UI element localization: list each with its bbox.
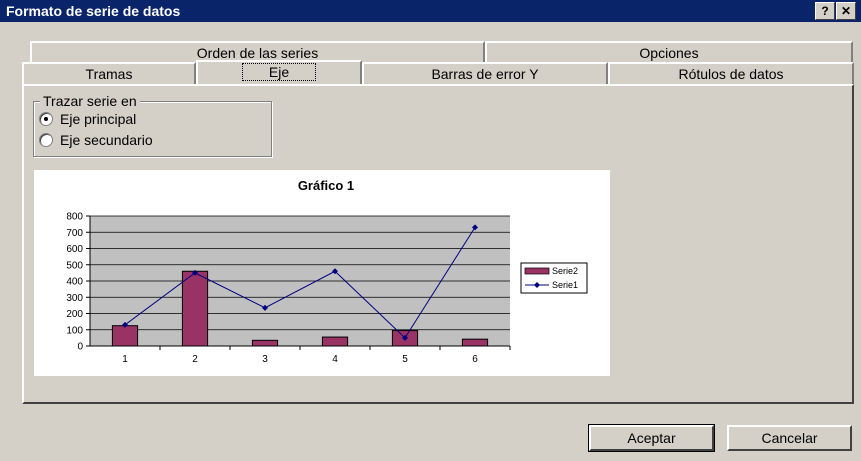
legend-label-serie1: Serie1 [552,280,578,290]
tab-tramas[interactable]: Tramas [22,62,196,84]
x-tick-label: 1 [122,354,128,365]
x-tick-label: 3 [262,354,268,365]
tab-eje[interactable]: Eje [196,60,362,84]
bar-serie2 [461,338,489,347]
y-tick-label: 0 [77,342,83,353]
y-tick-label: 200 [66,309,83,320]
bar-serie2 [181,270,209,347]
y-tick-label: 300 [66,293,83,304]
radio-unselected-icon[interactable] [39,133,53,147]
axis-group-legend: Trazar serie en [40,93,140,109]
tab-eje-label: Eje [241,63,317,81]
help-button[interactable]: ? [815,2,835,20]
chart-preview: Gráfico 1 0 100 200 300 400 500 600 700 800 1 2 3 4 5… [34,170,610,376]
radio-eje-secundario[interactable]: Eje secundario [39,131,153,149]
x-tick-label: 4 [332,354,338,365]
y-tick-label: 600 [66,244,83,255]
title-bar: Formato de serie de datos ? ✕ [0,0,861,22]
accept-button[interactable]: Aceptar [588,424,715,452]
y-tick-label: 500 [66,260,83,271]
legend-swatch-serie2 [524,267,550,275]
y-tick-label: 400 [66,277,83,288]
dialog-title: Formato de serie de datos [6,3,181,19]
cancel-button[interactable]: Cancelar [727,425,852,451]
tab-barras-de-error-y[interactable]: Barras de error Y [362,62,608,84]
close-button[interactable]: ✕ [836,2,856,20]
tab-rotulos-de-datos[interactable]: Rótulos de datos [608,62,854,84]
radio-selected-icon[interactable] [39,112,53,126]
chart-title: Gráfico 1 [298,178,354,193]
tab-opciones[interactable]: Opciones [485,41,853,63]
y-tick-label: 100 [66,325,83,336]
chart-svg: Gráfico 1 0 100 200 300 400 500 600 700 800 1 2 3 4 5… [66,178,588,365]
x-tick-label: 6 [472,354,478,365]
radio-eje-principal[interactable]: Eje principal [39,110,136,128]
bar-serie2 [321,336,349,347]
bar-serie2 [251,339,279,347]
x-tick-label: 5 [402,354,408,365]
x-tick-label: 2 [192,354,198,365]
radio-eje-principal-label: Eje principal [60,111,137,127]
bar-serie2 [111,325,139,347]
legend-label-serie2: Serie2 [552,266,578,276]
radio-eje-secundario-label: Eje secundario [60,132,153,148]
y-tick-label: 700 [66,228,83,239]
y-tick-label: 800 [66,212,83,223]
